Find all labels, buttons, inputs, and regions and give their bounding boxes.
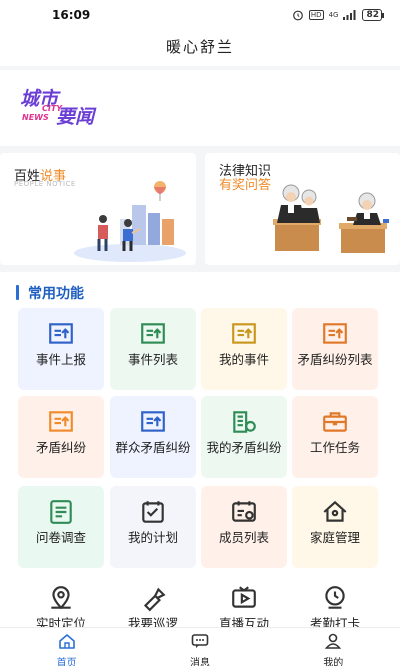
message-icon [191, 634, 209, 648]
app-header: 暖心舒兰 [0, 30, 400, 66]
network-label: 4G [328, 10, 339, 19]
common-functions-section: 常用功能 事件上报 事件列表 我的事件 矛盾纠纷列表矛盾纠纷 群众矛盾纠纷 我的矛盾纠纷 工… [0, 272, 400, 666]
home-tab-icon [58, 634, 75, 649]
live-tv-icon [232, 586, 256, 608]
my-event-icon [232, 323, 256, 344]
signal-icon [343, 10, 356, 20]
section-title: 常用功能 [16, 283, 84, 303]
function-tile[interactable]: 家庭管理 [292, 486, 378, 568]
function-tile[interactable]: 问卷调查 [18, 486, 104, 568]
people-talking-illustration [74, 181, 186, 262]
public-dispute-icon [141, 411, 165, 432]
report-upload-icon [49, 323, 73, 344]
law-quiz-card[interactable]: 法律知识 有奖问答 [205, 153, 400, 265]
function-tile-label: 家庭管理 [309, 530, 360, 545]
function-tile[interactable]: 成员列表 [201, 486, 287, 568]
clock-in-icon [325, 586, 345, 609]
function-tile-label: 我的矛盾纠纷 [206, 440, 282, 455]
battery-icon: 82 [362, 9, 382, 21]
law-quiz-title-b: 有奖问答 [219, 178, 272, 193]
plan-icon [142, 501, 164, 523]
banner-title-line2: 要闻 [56, 106, 95, 128]
building-icon [233, 411, 256, 433]
function-tile-label: 工作任务 [309, 440, 360, 455]
judges-illustration [273, 184, 389, 253]
function-tile[interactable]: 我的计划 [110, 486, 196, 568]
tab-messages[interactable]: 消息 [133, 628, 266, 666]
function-tile[interactable]: 我的事件 [201, 308, 287, 390]
people-notice-card[interactable]: 百姓说事 PEOPLE NOTICE [0, 153, 196, 265]
function-tile-label: 成员列表 [218, 530, 269, 545]
tab-home[interactable]: 首页 [0, 628, 133, 666]
function-tile[interactable]: 事件上报 [18, 308, 104, 390]
flashlight-icon [143, 587, 166, 612]
function-tile[interactable]: 我的矛盾纠纷 [201, 396, 287, 478]
tab-messages-label: 消息 [189, 658, 210, 666]
city-news-banner[interactable]: 城市 CITY NEWS 要闻 [0, 70, 400, 146]
function-tile[interactable]: 工作任务 [292, 396, 378, 478]
function-tile-label: 矛盾纠纷列表 [297, 352, 373, 367]
tab-profile-label: 我的 [323, 658, 344, 666]
function-tile-label: 我的事件 [218, 352, 269, 367]
battery-level: 82 [366, 10, 379, 20]
function-tile[interactable]: 事件列表 [110, 308, 196, 390]
survey-icon [50, 500, 72, 524]
function-tile[interactable]: 矛盾纠纷列表 [292, 308, 378, 390]
law-quiz-title-a: 法律知识 [219, 164, 272, 179]
home-icon [323, 500, 347, 522]
member-list-icon [232, 501, 256, 522]
function-tile[interactable]: 矛盾纠纷 [18, 396, 104, 478]
tab-profile[interactable]: 我的 [267, 628, 400, 666]
law-quiz-title: 法律知识 有奖问答 [219, 165, 271, 193]
banner-en2: NEWS [22, 113, 49, 122]
function-tile-label: 事件列表 [127, 352, 178, 367]
status-icons: HD 4G 82 [292, 9, 382, 21]
bottom-tab-bar: 首页 消息 我的 [0, 627, 400, 666]
status-time: 16:09 [52, 8, 91, 22]
tab-home-label: 首页 [56, 658, 77, 666]
function-tile-label: 矛盾纠纷 [35, 440, 86, 455]
function-tile-label: 群众矛盾纠纷 [115, 440, 191, 455]
location-icon [51, 586, 71, 610]
page-title: 暖心舒兰 [165, 38, 234, 56]
list-upload-icon [141, 323, 165, 344]
function-tile-label: 我的计划 [127, 530, 178, 545]
function-tile[interactable]: 群众矛盾纠纷 [110, 396, 196, 478]
dispute-icon [49, 411, 73, 432]
hd-icon: HD [308, 10, 324, 20]
alarm-icon [293, 10, 303, 21]
people-notice-subtitle: PEOPLE NOTICE [14, 180, 76, 188]
function-tile-label: 事件上报 [35, 352, 86, 367]
profile-icon [325, 633, 342, 649]
status-bar: 16:09 HD 4G 82 [0, 0, 400, 30]
function-tile-label: 问卷调查 [35, 530, 86, 545]
dispute-list-icon [323, 323, 347, 344]
briefcase-icon [323, 412, 347, 432]
